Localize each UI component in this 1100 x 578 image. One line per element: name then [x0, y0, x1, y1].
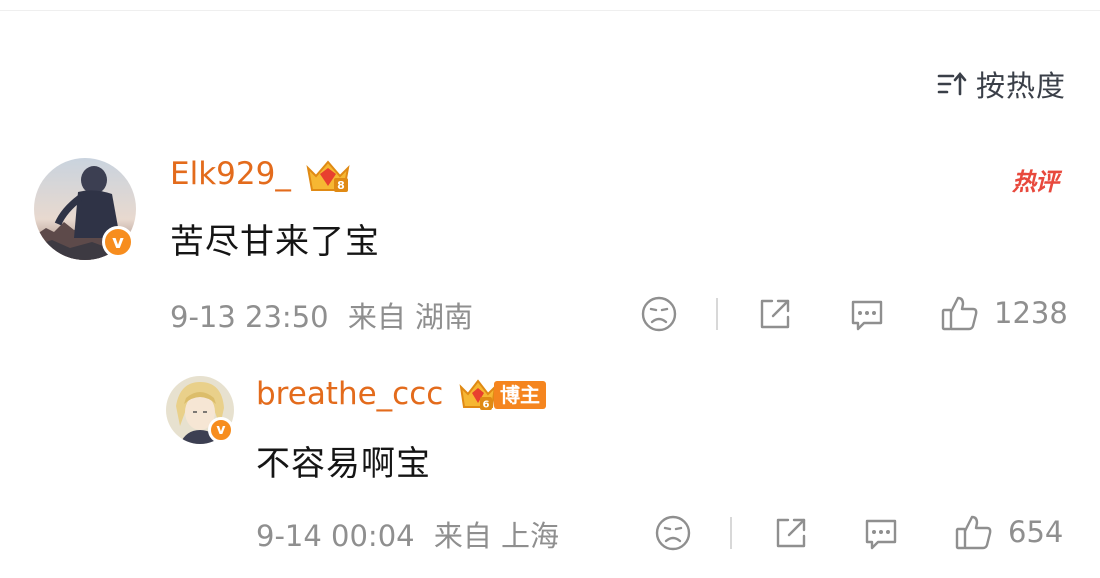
- verified-badge-icon: v: [102, 226, 134, 258]
- reply-username[interactable]: breathe_ccc: [256, 376, 443, 412]
- emoji-icon: [655, 515, 691, 551]
- hot-comment-badge: 热评: [1012, 162, 1059, 197]
- share-button[interactable]: [772, 514, 810, 552]
- comment-icon: [865, 519, 897, 550]
- reply-time: 9-14 00:04: [256, 519, 415, 553]
- owner-tag: 博主: [494, 381, 546, 409]
- crown-icon: 8: [306, 160, 350, 192]
- comment-icon: [851, 300, 883, 331]
- reply-text: 不容易啊宝: [256, 444, 431, 484]
- top-divider: [0, 10, 1100, 11]
- crown-level: 8: [337, 179, 345, 192]
- sort-icon: [937, 71, 967, 96]
- comment-meta: 9-13 23:50 来自 湖南: [170, 294, 483, 336]
- like-button[interactable]: 1238: [940, 293, 1068, 333]
- like-count: 1238: [994, 296, 1068, 330]
- action-divider: [730, 517, 732, 549]
- reply-meta: 9-14 00:04 来自 上海: [256, 513, 569, 555]
- share-icon: [760, 299, 790, 329]
- sort-by-heat-button[interactable]: 按热度: [936, 64, 1066, 104]
- comment-text: 苦尽甘来了宝: [170, 222, 380, 262]
- reply-button[interactable]: [848, 295, 886, 333]
- comment-location: 来自 湖南: [347, 300, 474, 334]
- reply-location: 来自 上海: [433, 519, 560, 553]
- verified-badge-icon: v: [208, 417, 234, 443]
- crown-icon: 6: [459, 379, 497, 411]
- comment-username[interactable]: Elk929_: [170, 156, 291, 192]
- emoji-icon: [641, 296, 677, 332]
- like-icon: [955, 515, 992, 550]
- like-button[interactable]: 654: [954, 512, 1063, 552]
- emoji-button[interactable]: [640, 295, 678, 333]
- crown-level: 6: [483, 400, 490, 411]
- share-icon: [776, 518, 806, 548]
- action-divider: [716, 298, 718, 330]
- share-button[interactable]: [756, 295, 794, 333]
- like-icon: [941, 296, 978, 331]
- sort-label: 按热度: [975, 69, 1066, 103]
- emoji-button[interactable]: [654, 514, 692, 552]
- comment-time: 9-13 23:50: [170, 300, 329, 334]
- like-count: 654: [1008, 515, 1064, 549]
- reply-button[interactable]: [862, 514, 900, 552]
